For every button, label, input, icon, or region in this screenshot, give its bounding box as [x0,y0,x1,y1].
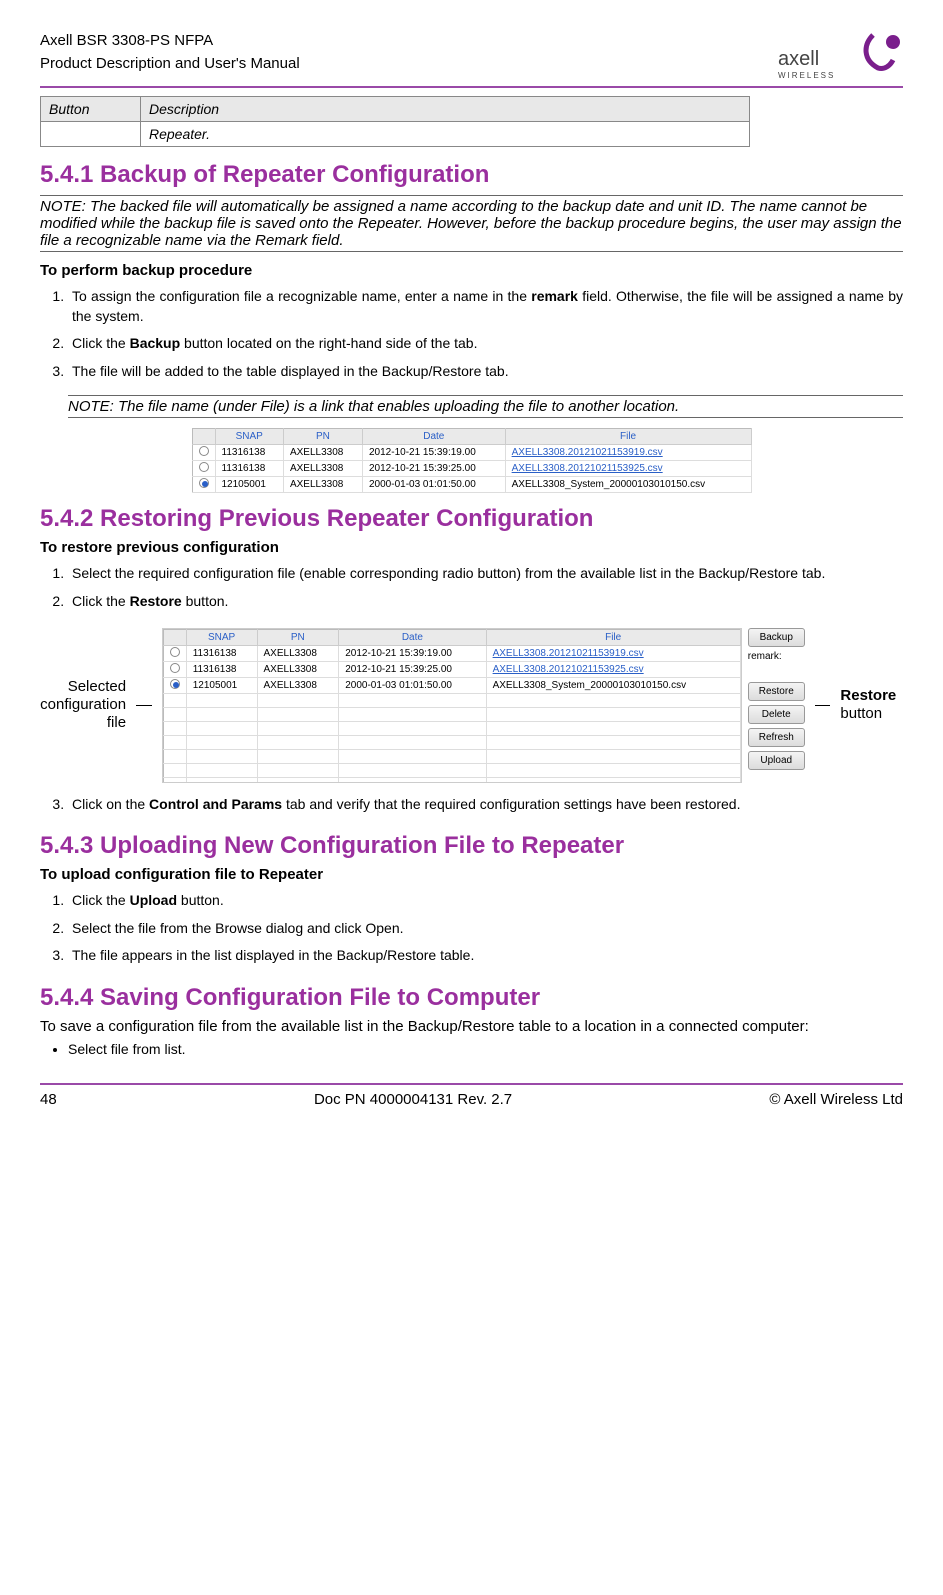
heading-5-4-4: 5.4.4 Saving Configuration File to Compu… [40,984,903,1012]
td-button [41,122,141,147]
save-step-1: Select file from list. [68,1039,903,1059]
upload-step-2: Select the file from the Browse dialog a… [68,917,903,945]
side-button-panel: Backup remark: Restore Delete Refresh Up… [748,628,805,770]
backup-step-1: To assign the configuration file a recog… [68,285,903,332]
restore-steps: Select the required configuration file (… [68,562,903,617]
upload-step-3: The file appears in the list displayed i… [68,944,903,972]
logo-text: axell [778,48,819,70]
header-text: Axell BSR 3308-PS NFPA Product Descripti… [40,30,300,75]
restore-table-with-buttons: SNAPPNDateFile11316138AXELL33082012-10-2… [162,628,805,783]
radio-select[interactable] [170,679,180,689]
page-header: Axell BSR 3308-PS NFPA Product Descripti… [40,30,903,80]
heading-5-4-2: 5.4.2 Restoring Previous Repeater Config… [40,505,903,533]
note-filename-link: NOTE: The file name (under File) is a li… [68,395,903,418]
restore-procedure-heading: To restore previous configuration [40,539,903,556]
radio-select[interactable] [199,446,209,456]
button-description-table: Button Description Repeater. [40,96,750,147]
radio-select[interactable] [199,462,209,472]
annotation-selected-file: Selected configuration file [40,678,126,732]
header-divider [40,86,903,88]
doc-id: Doc PN 4000004131 Rev. 2.7 [314,1091,512,1108]
td-description: Repeater. [141,122,750,147]
heading-5-4-3: 5.4.3 Uploading New Configuration File t… [40,832,903,860]
backup-procedure-heading: To perform backup procedure [40,262,903,279]
save-steps: Select file from list. [68,1039,903,1059]
restore-figure: Selected configuration file SNAPPNDateFi… [40,628,903,783]
upload-button[interactable]: Upload [748,751,805,770]
copyright: © Axell Wireless Ltd [769,1091,903,1108]
restore-step-1: Select the required configuration file (… [68,562,903,590]
restore-table-scroll[interactable]: SNAPPNDateFile11316138AXELL33082012-10-2… [162,628,742,783]
remark-label: remark: [748,651,805,662]
restore-step-3: Click on the Control and Params tab and … [68,793,903,821]
page-footer: 48 Doc PN 4000004131 Rev. 2.7 © Axell Wi… [40,1083,903,1108]
th-description: Description [141,97,750,122]
delete-button[interactable]: Delete [748,705,805,724]
backup-steps: To assign the configuration file a recog… [68,285,903,387]
logo-sub: WIRELESS [778,71,835,80]
annotation-line-right [815,705,831,706]
product-id: Axell BSR 3308-PS NFPA [40,30,300,53]
restore-step-2: Click the Restore button. [68,590,903,618]
restore-steps-cont: Click on the Control and Params tab and … [68,793,903,821]
radio-select[interactable] [170,663,180,673]
radio-select[interactable] [199,478,209,488]
page-number: 48 [40,1091,57,1108]
upload-procedure-heading: To upload configuration file to Repeater [40,866,903,883]
doc-title: Product Description and User's Manual [40,53,300,76]
backup-step-2: Click the Backup button located on the r… [68,332,903,360]
upload-step-1: Click the Upload button. [68,889,903,917]
backup-step-3: The file will be added to the table disp… [68,360,903,388]
radio-select[interactable] [170,647,180,657]
upload-steps: Click the Upload button. Select the file… [68,889,903,972]
backup-table-figure: SNAPPNDateFile11316138AXELL33082012-10-2… [192,428,752,493]
heading-5-4-1: 5.4.1 Backup of Repeater Configuration [40,161,903,189]
annotation-restore-button: Restore button [840,687,903,723]
backup-table: SNAPPNDateFile11316138AXELL33082012-10-2… [192,428,752,493]
restore-button[interactable]: Restore [748,682,805,701]
note-backup: NOTE: The backed file will automatically… [40,195,903,252]
axell-logo: axell WIRELESS [773,30,903,80]
th-button: Button [41,97,141,122]
restore-table: SNAPPNDateFile11316138AXELL33082012-10-2… [163,629,741,783]
backup-button[interactable]: Backup [748,628,805,647]
annotation-line-left [136,705,152,706]
refresh-button[interactable]: Refresh [748,728,805,747]
save-description: To save a configuration file from the av… [40,1018,903,1035]
